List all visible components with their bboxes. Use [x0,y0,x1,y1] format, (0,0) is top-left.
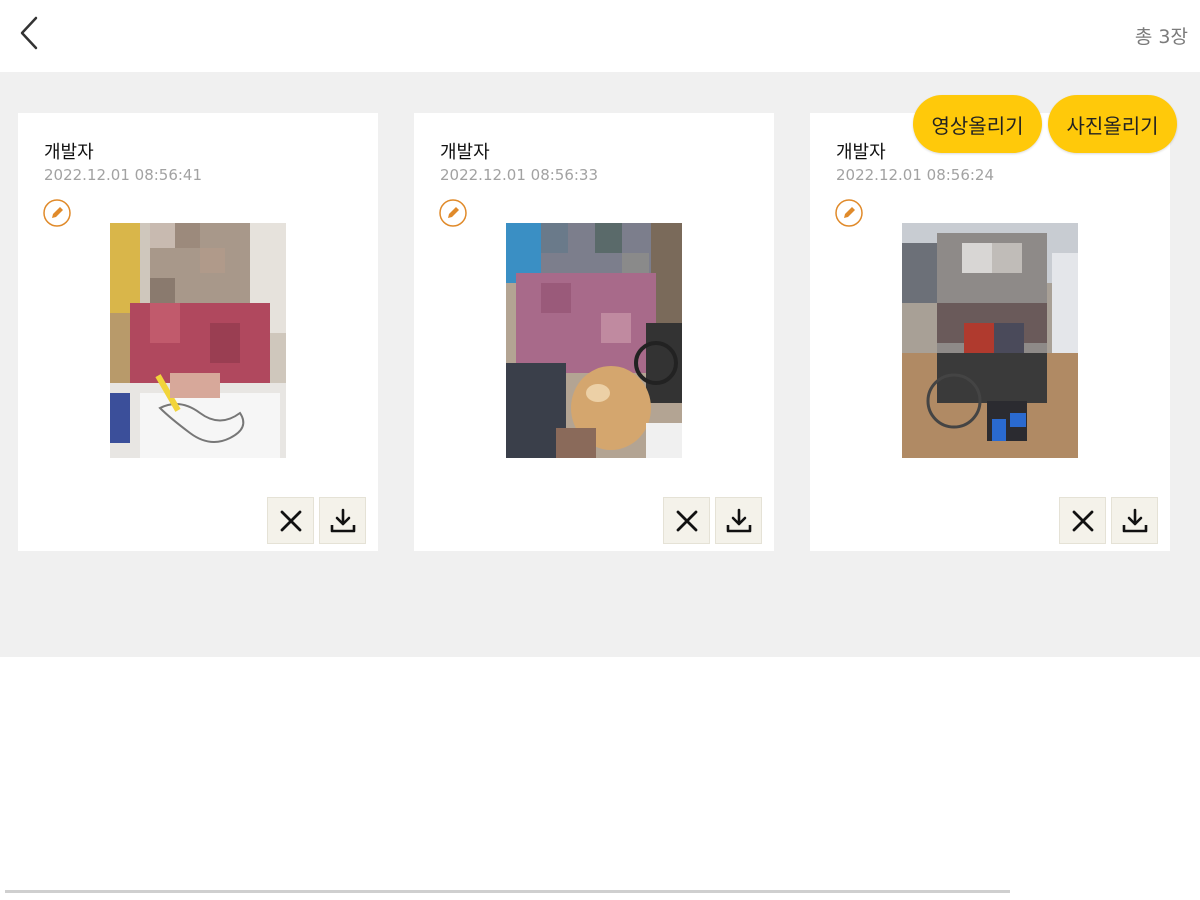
card-author: 개발자 [440,142,490,163]
horizontal-scrollbar[interactable] [5,890,1010,893]
upload-photo-button[interactable]: 사진올리기 [1048,95,1177,153]
card-author: 개발자 [44,142,94,163]
edit-button[interactable] [834,198,864,228]
pencil-icon [835,199,863,227]
close-icon [1072,510,1093,531]
card-date: 2022.12.01 08:56:24 [836,166,995,184]
edit-button[interactable] [42,198,72,228]
top-bar: 총 3장 [0,0,1200,72]
pencil-icon [43,199,71,227]
photo-card: 개발자 2022.12.01 08:56:41 [18,113,378,551]
card-author: 개발자 [836,142,886,163]
chevron-left-icon [20,16,38,50]
download-button[interactable] [715,497,762,544]
total-count: 총 3장 [1134,26,1188,48]
card-photo[interactable] [110,223,286,458]
card-date: 2022.12.01 08:56:33 [440,166,599,184]
download-icon [330,508,355,532]
upload-video-button[interactable]: 영상올리기 [913,95,1042,153]
card-photo[interactable] [902,223,1078,458]
download-icon [726,508,751,532]
download-icon [1122,508,1147,532]
delete-button[interactable] [663,497,710,544]
delete-button[interactable] [267,497,314,544]
close-icon [280,510,301,531]
close-icon [676,510,697,531]
card-date: 2022.12.01 08:56:41 [44,166,203,184]
back-button[interactable] [14,14,50,54]
card-photo[interactable] [506,223,682,458]
delete-button[interactable] [1059,497,1106,544]
photo-card: 개발자 2022.12.01 08:56:24 [810,113,1170,551]
photo-card: 개발자 2022.12.01 08:56:33 [414,113,774,551]
download-button[interactable] [1111,497,1158,544]
edit-button[interactable] [438,198,468,228]
pencil-icon [439,199,467,227]
download-button[interactable] [319,497,366,544]
